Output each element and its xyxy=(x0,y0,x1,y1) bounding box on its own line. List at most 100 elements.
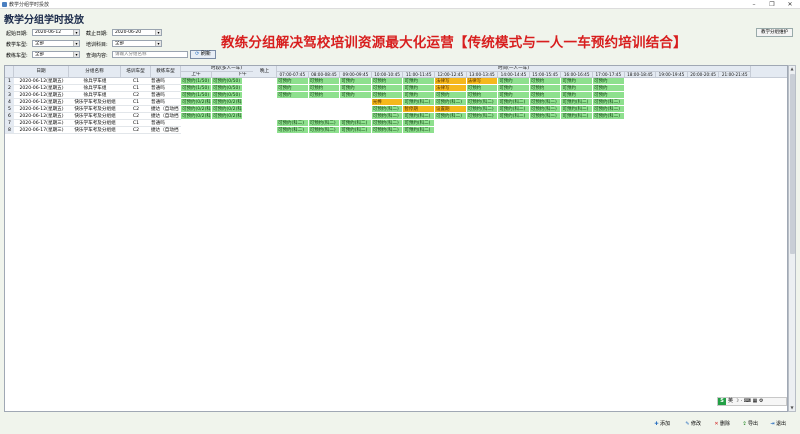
coach-car-cell[interactable]: 普通吗 xyxy=(151,99,181,106)
single-slot-cell[interactable]: 可预约 xyxy=(466,85,499,92)
single-slot-cell[interactable]: 可预约 xyxy=(593,85,625,92)
exit-button[interactable]: ⇥退出 xyxy=(768,419,786,429)
close-button[interactable]: ✕ xyxy=(782,0,798,9)
single-slot-cell[interactable]: 可预约(科二) xyxy=(529,113,562,120)
car-type-cell[interactable]: C2 xyxy=(121,113,151,120)
single-slot-cell[interactable]: 可预约(科二) xyxy=(561,106,593,113)
chevron-down-icon[interactable]: ▾ xyxy=(73,52,79,57)
multi-slot-cell[interactable]: 可预约(0/2)科 xyxy=(212,113,243,120)
row-number[interactable]: 1 xyxy=(5,78,14,85)
end-date-field[interactable]: 2020-06-20 ▾ xyxy=(112,29,162,36)
group-cell[interactable]: 徐兵学车组 xyxy=(69,92,121,99)
single-slot-cell[interactable]: 法律写 xyxy=(466,78,499,85)
multi-slot-cell[interactable]: 可预约(0/2)科 xyxy=(212,99,243,106)
single-slot-cell[interactable]: 可预约 xyxy=(593,78,625,85)
coach-car-cell[interactable]: 普通吗 xyxy=(151,78,181,85)
scroll-thumb[interactable] xyxy=(790,74,795,254)
car-type-cell[interactable]: C1 xyxy=(121,120,151,127)
car-type-cell[interactable]: C1 xyxy=(121,78,151,85)
single-slot-cell[interactable]: 可预约(科二) xyxy=(593,106,625,113)
coach-car-cell[interactable]: 普通吗 xyxy=(151,85,181,92)
single-slot-cell[interactable]: 可预约(科二) xyxy=(593,113,625,120)
ime-tools-icon[interactable]: ☽ · ⌨ ▦ ⚙ xyxy=(735,398,764,404)
coach-car-cell[interactable]: 捷达（自动挡 xyxy=(151,113,181,120)
single-slot-cell[interactable]: 可预约 xyxy=(277,92,309,99)
single-slot-cell[interactable]: 可预约 xyxy=(561,85,593,92)
group-cell[interactable]: 徐兵学车组 xyxy=(69,78,121,85)
single-slot-cell[interactable]: 可预约 xyxy=(340,92,372,99)
single-slot-cell[interactable]: 设置期 xyxy=(435,106,467,113)
single-slot-cell[interactable]: 可预约(科二) xyxy=(466,113,499,120)
single-slot-cell[interactable]: 可预约 xyxy=(593,92,625,99)
single-slot-cell[interactable]: 可预约 xyxy=(371,85,404,92)
car-type-cell[interactable]: C1 xyxy=(121,99,151,106)
group-cell[interactable]: 快乐学车考及分组组 xyxy=(69,106,121,113)
row-number[interactable]: 3 xyxy=(5,92,14,99)
multi-slot-cell[interactable]: 可预约(1/50) xyxy=(181,78,212,85)
single-slot-cell[interactable]: 可预约 xyxy=(340,78,372,85)
car-type-cell[interactable]: C2 xyxy=(121,127,151,134)
single-slot-cell[interactable]: 可预约 xyxy=(340,85,372,92)
coach-car-cell[interactable]: 捷达（自动挡 xyxy=(151,127,181,134)
single-slot-cell[interactable]: 暂停期 xyxy=(403,106,435,113)
multi-slot-cell[interactable]: 可预约(0/50) xyxy=(212,85,243,92)
single-slot-cell[interactable]: 可预约 xyxy=(403,85,435,92)
coach-car-cell[interactable]: 普通吗 xyxy=(151,92,181,99)
single-slot-cell[interactable]: 法律写 xyxy=(435,85,467,92)
single-slot-cell[interactable]: 可预约(科二) xyxy=(308,127,341,134)
single-slot-cell[interactable]: 可预约(科二) xyxy=(403,99,435,106)
row-number[interactable]: 8 xyxy=(5,127,14,134)
single-slot-cell[interactable]: 可预约(科二) xyxy=(403,120,435,127)
single-slot-cell[interactable]: 可预约(科二) xyxy=(277,127,309,134)
single-slot-cell[interactable]: 可预约(科二) xyxy=(340,127,372,134)
start-date-field[interactable]: 2020-06-12 ▾ xyxy=(32,29,80,36)
date-cell[interactable]: 2020-06-12(星期五) xyxy=(14,113,69,120)
group-cell[interactable]: 快乐学车考及分组组 xyxy=(69,99,121,106)
single-slot-cell[interactable]: 可预约 xyxy=(466,92,499,99)
group-cell[interactable]: 快乐学车考及分组组 xyxy=(69,113,121,120)
single-slot-cell[interactable]: 可预约 xyxy=(529,92,562,99)
export-button[interactable]: ⇪导出 xyxy=(740,419,758,429)
row-number[interactable]: 6 xyxy=(5,113,14,120)
car-type-cell[interactable]: C2 xyxy=(121,92,151,99)
vertical-scrollbar[interactable]: ▲ ▼ xyxy=(788,65,796,412)
single-slot-cell[interactable]: 可预约(科二) xyxy=(435,99,467,106)
single-slot-cell[interactable]: 可预约 xyxy=(498,78,530,85)
chevron-down-icon[interactable]: ▾ xyxy=(155,41,161,46)
date-cell[interactable]: 2020-06-12(星期五) xyxy=(14,99,69,106)
multi-slot-cell[interactable]: 可预约(0/2)科 xyxy=(181,106,212,113)
edit-button[interactable]: ✎修改 xyxy=(683,419,701,429)
column-header-date[interactable]: 日期 xyxy=(14,66,69,78)
minimize-button[interactable]: – xyxy=(746,0,762,9)
row-number[interactable]: 4 xyxy=(5,99,14,106)
date-cell[interactable]: 2020-06-12(星期五) xyxy=(14,106,69,113)
single-slot-cell[interactable]: 可预约 xyxy=(403,92,435,99)
car-type-cell[interactable]: C1 xyxy=(121,85,151,92)
single-slot-cell[interactable]: 可预约(科二) xyxy=(466,106,499,113)
coach-car-cell[interactable]: 捷达（自动挡 xyxy=(151,106,181,113)
single-slot-cell[interactable]: 可预约(科二) xyxy=(498,113,530,120)
add-button[interactable]: ✚添加 xyxy=(652,419,670,429)
multi-slot-cell[interactable]: 可预约(0/2)科 xyxy=(181,113,212,120)
single-slot-cell[interactable]: 可预约(科二) xyxy=(435,113,467,120)
single-slot-cell[interactable]: 可预约(科二) xyxy=(561,99,593,106)
single-slot-cell[interactable]: 可预约 xyxy=(308,78,341,85)
multi-slot-cell[interactable]: 可预约(1/50) xyxy=(181,85,212,92)
multi-slot-cell[interactable]: 可预约(0/2)科 xyxy=(212,106,243,113)
single-slot-cell[interactable]: 可预约(科二) xyxy=(529,99,562,106)
coach-car-select[interactable]: 全部 ▾ xyxy=(32,51,80,58)
subject-select[interactable]: 全部 ▾ xyxy=(112,40,162,47)
single-slot-cell[interactable]: 可预约(科二) xyxy=(308,120,341,127)
single-slot-cell[interactable]: 可预约 xyxy=(403,78,435,85)
row-number[interactable]: 2 xyxy=(5,85,14,92)
single-slot-cell[interactable]: 可预约 xyxy=(529,85,562,92)
chevron-down-icon[interactable]: ▾ xyxy=(73,41,79,46)
date-cell[interactable]: 2020-06-12(星期五) xyxy=(14,85,69,92)
single-slot-cell[interactable]: 可预约 xyxy=(308,85,341,92)
single-slot-cell[interactable]: 可预约 xyxy=(498,92,530,99)
single-slot-cell[interactable]: 可预约(科二) xyxy=(371,113,404,120)
single-slot-cell[interactable]: 可预约(科二) xyxy=(593,99,625,106)
delete-button[interactable]: ✕删除 xyxy=(712,419,730,429)
single-slot-cell[interactable]: 可预约 xyxy=(561,78,593,85)
group-cell[interactable]: 快乐学车考及分组组 xyxy=(69,127,121,134)
